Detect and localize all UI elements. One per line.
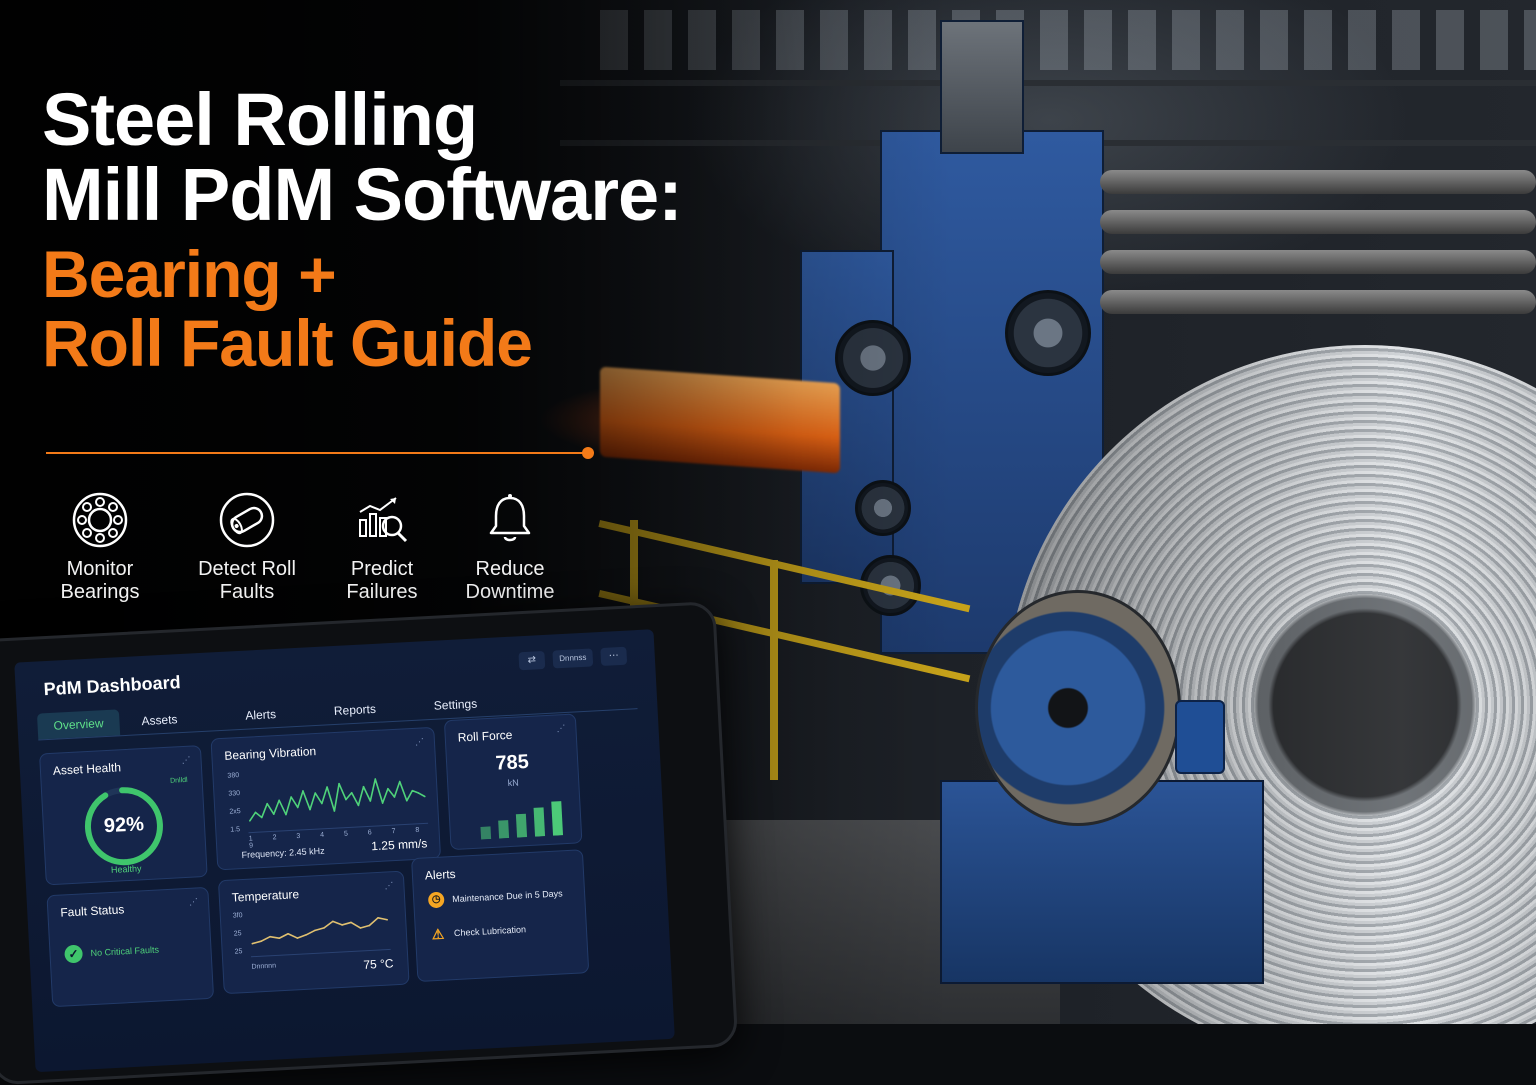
alerts-card[interactable]: Alerts ◷ Maintenance Due in 5 Days ⚠ Che… — [411, 849, 590, 983]
temperature-line-chart — [250, 917, 391, 958]
bearing-vibration-card[interactable]: Bearing Vibration ⋰ 380 330 2x5 1.5 1 2 … — [210, 726, 442, 871]
share-icon[interactable]: ⋯ — [600, 646, 628, 666]
bearing-icon — [72, 492, 128, 548]
fault-status-row: ✓ No Critical Faults — [64, 941, 159, 964]
temperature-series-line — [252, 917, 388, 945]
y-tick: 2x5 — [229, 808, 241, 816]
card-title: Bearing Vibration — [224, 744, 317, 763]
feature-predict-failures: Predict Failures — [317, 490, 447, 604]
bell-icon — [489, 494, 531, 542]
dashboard-toolbar: ⇄ Dnnnss ⋯ — [518, 646, 628, 671]
chart-baseline — [250, 948, 391, 958]
roll-force-bar — [533, 807, 546, 837]
feature-label: Predict Failures — [346, 558, 418, 604]
roll-force-card[interactable]: Roll Force ⋰ 785 kN — [443, 713, 583, 851]
health-badge: Dnlldl — [169, 776, 188, 785]
asset-health-card[interactable]: Asset Health ⋰ Dnlldl 92% Healthy — [39, 745, 208, 886]
card-title: Alerts — [424, 866, 456, 883]
card-title: Temperature — [231, 887, 300, 905]
roll-force-bar-chart — [480, 801, 564, 840]
roll-force-bar — [498, 820, 510, 839]
tablet-device: PdM Dashboard ⇄ Dnnnss ⋯ Overview Assets… — [0, 600, 739, 1085]
card-title: Asset Health — [52, 760, 122, 778]
y-tick: 380 — [227, 772, 240, 780]
check-circle-icon: ✓ — [64, 944, 84, 964]
card-menu-icon[interactable]: ⋰ — [415, 736, 425, 747]
divider-dot — [582, 447, 594, 459]
feature-label: Monitor Bearings — [60, 558, 140, 604]
headline-line-3: Bearing + — [42, 236, 337, 311]
feature-list: Monitor Bearings Detect Roll Faults Pred… — [45, 490, 645, 620]
alert-text: Maintenance Due in 5 Days — [451, 888, 563, 905]
health-value: 92% — [103, 813, 145, 838]
pdm-dashboard-screen: PdM Dashboard ⇄ Dnnnss ⋯ Overview Assets… — [14, 629, 675, 1073]
card-menu-icon[interactable]: ⋰ — [556, 723, 566, 734]
card-title: Fault Status — [60, 902, 125, 920]
clock-icon: ◷ — [427, 891, 445, 909]
user-menu[interactable]: Dnnnss — [552, 648, 594, 669]
dashboard-title: PdM Dashboard — [43, 672, 182, 700]
headline-line-4: Roll Fault Guide — [42, 306, 533, 381]
settings-toggle-icon[interactable]: ⇄ — [518, 650, 546, 671]
vibration-line-chart — [248, 778, 429, 834]
headline-line-1: Steel Rolling — [42, 78, 478, 161]
y-tick: 25 — [233, 930, 242, 938]
y-tick: 330 — [228, 790, 241, 798]
card-menu-icon[interactable]: ⋰ — [384, 880, 394, 891]
feature-monitor-bearings: Monitor Bearings — [35, 490, 165, 604]
alert-item[interactable]: ◷ Maintenance Due in 5 Days — [427, 885, 563, 909]
chart-magnifier-icon — [359, 497, 408, 543]
y-tick: 1.5 — [230, 826, 241, 834]
x-tick: Dnnnnn — [251, 962, 277, 971]
headline-line-2: Mill PdM Software: — [42, 153, 683, 237]
headline: Steel Rolling Mill PdM Software: Bearing… — [42, 82, 802, 378]
roll-force-bar — [480, 826, 492, 840]
roll-force-bar — [551, 801, 564, 836]
feature-reduce-downtime: Reduce Downtime — [445, 490, 575, 604]
tab-reports[interactable]: Reports — [317, 695, 392, 725]
y-tick: 3f0 — [232, 912, 243, 920]
roll-icon — [219, 492, 275, 548]
feature-detect-roll-faults: Detect Roll Faults — [182, 490, 312, 604]
fault-status-card[interactable]: Fault Status ⋰ ✓ No Critical Faults — [46, 886, 215, 1008]
alert-text: Check Lubrication — [453, 924, 527, 939]
feature-label: Reduce Downtime — [465, 558, 555, 604]
alert-item[interactable]: ⚠ Check Lubrication — [430, 921, 527, 942]
fault-status-text: No Critical Faults — [90, 944, 160, 959]
tab-settings[interactable]: Settings — [417, 690, 494, 720]
tab-assets[interactable]: Assets — [125, 705, 194, 735]
vibration-series-line — [249, 778, 426, 822]
divider-line — [46, 452, 588, 454]
warning-icon: ⚠ — [431, 925, 445, 943]
roll-force-value: 785 — [494, 750, 530, 775]
roll-force-bar — [515, 813, 528, 838]
y-tick: 25 — [234, 948, 243, 956]
card-menu-icon[interactable]: ⋰ — [181, 755, 191, 766]
temperature-card[interactable]: Temperature ⋰ 3f0 25 25 Dnnnnn 75 °C — [217, 870, 410, 995]
card-title: Roll Force — [457, 727, 513, 745]
feature-label: Detect Roll Faults — [198, 558, 296, 604]
temperature-reading: 75 °C — [363, 956, 394, 972]
tab-alerts[interactable]: Alerts — [229, 700, 293, 729]
card-menu-icon[interactable]: ⋰ — [189, 896, 199, 907]
vibration-reading: 1.25 mm/s — [370, 836, 428, 854]
